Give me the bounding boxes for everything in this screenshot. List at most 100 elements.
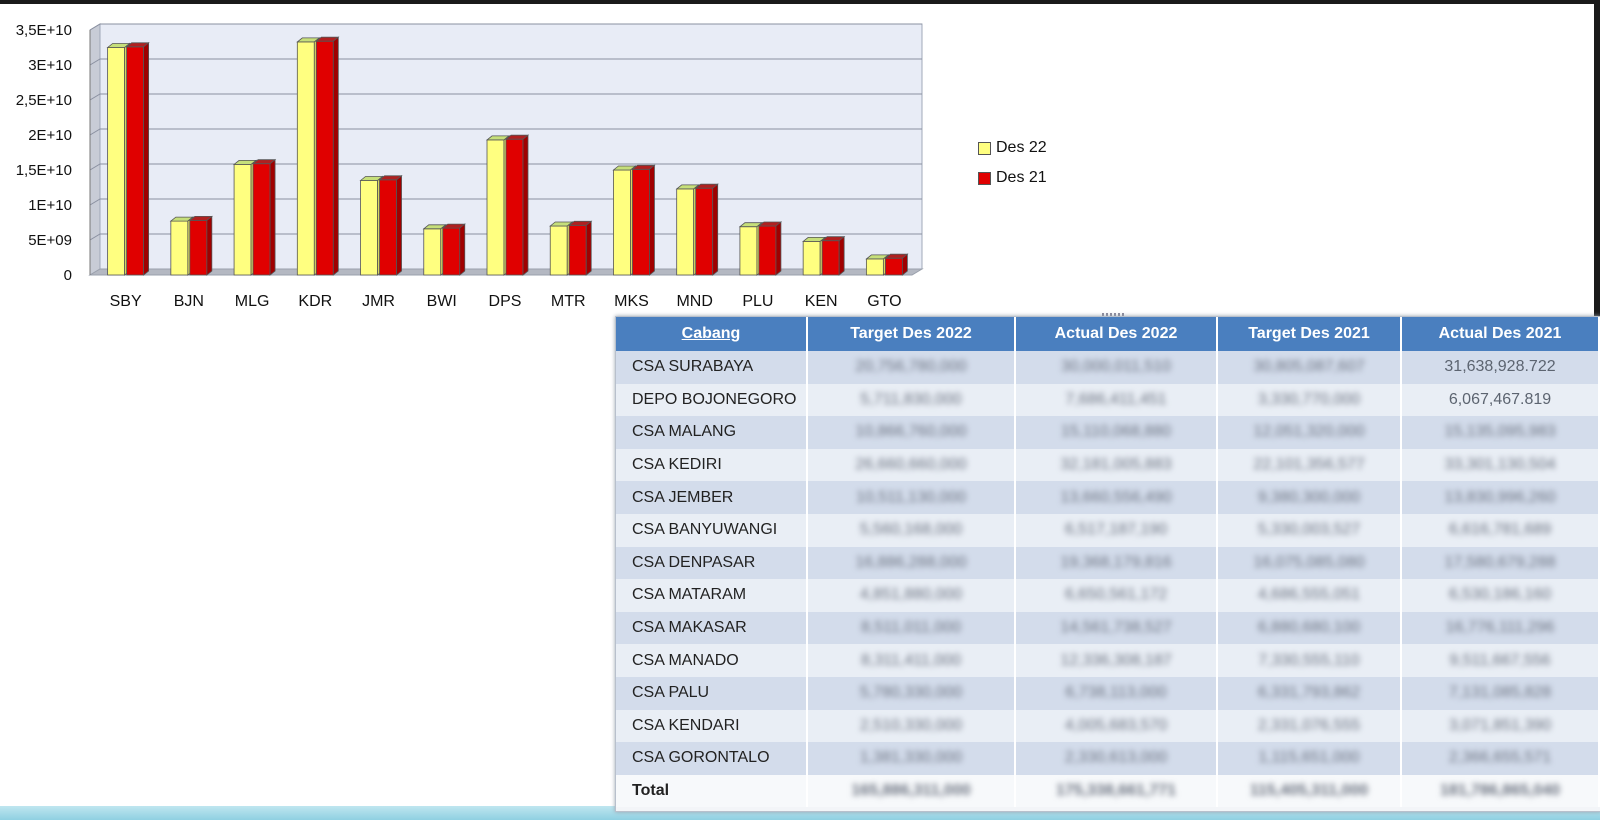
bar-des21-side xyxy=(775,221,782,276)
value-text: 16,075,085,080 xyxy=(1253,553,1365,571)
value-cell: 6,738,113,000 xyxy=(1015,676,1218,710)
table-row: DEPO BOJONEGORO 5,711,830,000 7,686,411,45… xyxy=(616,383,1600,417)
bar-des21 xyxy=(758,225,777,276)
bar-des21-side xyxy=(585,220,592,276)
x-tick-label: JMR xyxy=(362,293,395,310)
bar-des22 xyxy=(233,163,252,276)
value-cell: 31,638,928.722 xyxy=(1401,351,1600,384)
value-cell: 1,115,651,000 xyxy=(1217,742,1402,775)
legend-item-des22: Des 22 xyxy=(978,133,1047,163)
value-text: 5,780,330,000 xyxy=(859,684,963,702)
value-cell: 7,686,411,451 xyxy=(1015,383,1218,417)
bar-des22 xyxy=(296,41,315,276)
legend-swatch-des22 xyxy=(978,141,991,155)
value-cell: 30,805,087,607 xyxy=(1217,351,1402,384)
x-tick-label: GTO xyxy=(867,293,901,310)
value-text: 10,511,130,000 xyxy=(855,488,967,506)
value-text: 14,561,738,527 xyxy=(1060,619,1172,637)
value-cell: 8,511,011,000 xyxy=(807,611,1016,645)
y-tick-label: 0 xyxy=(64,267,72,284)
value-text: 31,638,928.722 xyxy=(1444,358,1556,376)
value-cell: 13,830,996,260 xyxy=(1401,481,1600,514)
table-row: CSA GORONTALO 1,381,330,000 2,330,613,000 1… xyxy=(616,742,1600,775)
value-text: 13,660,556,490 xyxy=(1060,488,1172,506)
branch-name-cell: CSA PALU xyxy=(616,676,808,710)
value-text: 6,650,561,172 xyxy=(1064,586,1168,604)
bar-des22 xyxy=(739,226,758,276)
value-cell: 6,530,186,160 xyxy=(1401,579,1600,612)
value-cell: 30,000,011,510 xyxy=(1015,351,1218,384)
value-cell: 9,511,667,556 xyxy=(1401,644,1600,677)
value-text: 1,115,651,000 xyxy=(1258,749,1360,767)
x-tick-label: MKS xyxy=(614,293,649,310)
bar-des21 xyxy=(315,40,334,276)
value-cell: 19,368,179,816 xyxy=(1015,546,1218,580)
value-cell: 1,381,330,000 xyxy=(807,742,1016,775)
y-tick-label: 1E+10 xyxy=(28,197,72,214)
bar-des21-side xyxy=(838,235,845,276)
value-text: 1,381,330,000 xyxy=(859,749,963,767)
bar-des21 xyxy=(379,179,397,276)
total-row: Total 165,886,311,000 175,338,661,771 115,4… xyxy=(616,774,1600,808)
y-tick-label: 5E+09 xyxy=(28,232,72,249)
value-cell: 4,005,683,570 xyxy=(1015,709,1218,743)
table-row: CSA PALU 5,780,330,000 6,738,113,000 6,331,… xyxy=(616,676,1600,710)
value-cell: 3,330,770,000 xyxy=(1217,383,1402,417)
bar-des21-side xyxy=(269,158,276,276)
bar-des22 xyxy=(676,188,695,276)
branch-name-cell: CSA KEDIRI xyxy=(616,448,808,482)
value-cell: 5,780,330,000 xyxy=(807,676,1016,710)
branch-name-cell: CSA DENPASAR xyxy=(616,546,808,580)
value-text: 17,580,679,288 xyxy=(1444,553,1556,571)
x-tick-label: BJN xyxy=(174,293,204,310)
value-cell: 20,756,780,000 xyxy=(807,351,1016,384)
value-cell: 7,330,555,110 xyxy=(1217,644,1402,677)
total-value-cell: 181,786,865,040 xyxy=(1401,774,1600,808)
value-text: 5,560,168,000 xyxy=(859,521,963,539)
y-tick-label: 2E+10 xyxy=(28,127,72,144)
bar-des21-side xyxy=(649,164,655,276)
table-row: CSA MATARAM 4,851,880,000 6,650,561,172 4,6… xyxy=(616,579,1600,612)
value-text: 6,067,467.819 xyxy=(1448,390,1552,408)
branch-name-cell: CSA KENDARI xyxy=(616,709,808,743)
branch-name-cell: CSA SURABAYA xyxy=(616,351,808,384)
value-text: 13,830,996,260 xyxy=(1444,488,1556,506)
x-tick-label: BWI xyxy=(427,293,457,310)
x-tick-label: MND xyxy=(676,293,712,310)
y-tick-label: 3,5E+10 xyxy=(16,22,72,39)
value-cell: 6,650,561,172 xyxy=(1015,579,1218,612)
value-cell: 10,511,130,000 xyxy=(807,481,1016,514)
total-value-text: 175,338,661,771 xyxy=(1055,782,1177,800)
bar-des21-side xyxy=(712,183,719,276)
value-cell: 33,301,130,504 xyxy=(1401,448,1600,482)
legend-item-des21: Des 21 xyxy=(978,163,1047,193)
value-text: 16,886,288,000 xyxy=(855,553,967,571)
value-text: 6,331,793,862 xyxy=(1257,684,1361,702)
value-cell: 26,660,660,000 xyxy=(807,448,1016,482)
header-actual-2022: Actual Des 2022 xyxy=(1015,317,1218,351)
branch-name-cell: DEPO BOJONEGORO xyxy=(616,383,808,417)
bar-des21-side xyxy=(396,174,402,276)
bar-des21 xyxy=(442,227,461,276)
value-text: 6,880,680,100 xyxy=(1257,619,1361,637)
branch-name-cell: CSA BANYUWANGI xyxy=(616,513,808,547)
value-text: 6,517,187,190 xyxy=(1064,521,1168,539)
branch-name-cell: CSA JEMBER xyxy=(616,481,808,514)
bar-des22 xyxy=(486,139,505,276)
value-cell: 5,560,168,000 xyxy=(807,513,1016,547)
total-value-text: 115,405,311,000 xyxy=(1249,782,1369,800)
value-text: 33,301,130,504 xyxy=(1444,456,1556,474)
table-row: CSA KEDIRI 26,660,660,000 32,181,005,883 22… xyxy=(616,448,1600,482)
bar-des22 xyxy=(360,180,378,276)
bar-des21-side xyxy=(206,215,213,276)
x-tick-label: MLG xyxy=(235,293,270,310)
bar-des22 xyxy=(423,228,442,276)
value-cell: 2,330,613,000 xyxy=(1015,742,1218,775)
chart-legend: Des 22 Des 21 xyxy=(978,133,1047,193)
value-cell: 14,561,738,527 xyxy=(1015,611,1218,645)
table-row: CSA MAKASAR 8,511,011,000 14,561,738,527 6,… xyxy=(616,611,1600,645)
branch-name-cell: CSA MALANG xyxy=(616,416,808,449)
legend-swatch-des21 xyxy=(978,171,991,185)
value-cell: 4,686,555,051 xyxy=(1217,579,1402,612)
value-text: 32,181,005,883 xyxy=(1060,456,1172,474)
